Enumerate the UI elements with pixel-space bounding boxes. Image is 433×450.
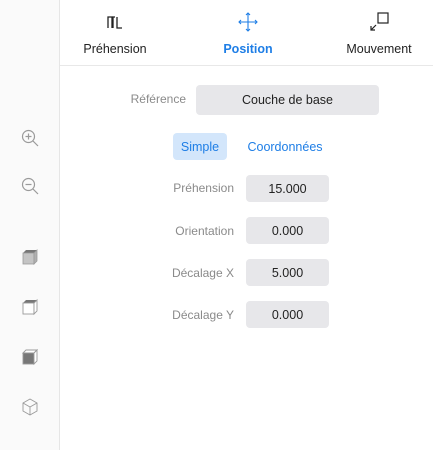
motion-icon [324,10,433,34]
view-toolbar [0,0,60,450]
tab-label: Mouvement [346,42,412,56]
gripper-icon [60,10,170,34]
offset-y-label: Décalage Y [172,308,234,322]
tab-position[interactable]: Position [193,0,303,66]
reference-select[interactable]: Couche de base [196,85,379,115]
zoom-in-icon[interactable] [10,118,50,158]
offset-x-field[interactable]: 5.000 [246,259,329,286]
tab-label: Préhension [83,42,147,56]
tab-prehension[interactable]: Préhension [60,0,170,66]
offset-y-field[interactable]: 0.000 [246,301,329,328]
view-3d-icon[interactable] [10,387,50,427]
mode-simple-button[interactable]: Simple [173,133,227,160]
mode-tabs: Préhension Position Mouvement [60,0,433,66]
orientation-label: Orientation [175,224,234,238]
zoom-out-icon[interactable] [10,166,50,206]
tab-mouvement[interactable]: Mouvement [324,0,433,66]
view-front-icon[interactable] [10,287,50,327]
prehension-field[interactable]: 15.000 [246,175,329,202]
view-top-icon[interactable] [10,237,50,277]
move-arrows-icon [193,10,303,34]
orientation-field[interactable]: 0.000 [246,217,329,244]
prehension-label: Préhension [173,181,234,195]
reference-label: Référence [130,92,186,106]
view-side-icon[interactable] [10,337,50,377]
offset-x-label: Décalage X [171,266,234,280]
mode-coordinates-button[interactable]: Coordonnées [240,133,330,160]
tab-label: Position [223,42,273,56]
